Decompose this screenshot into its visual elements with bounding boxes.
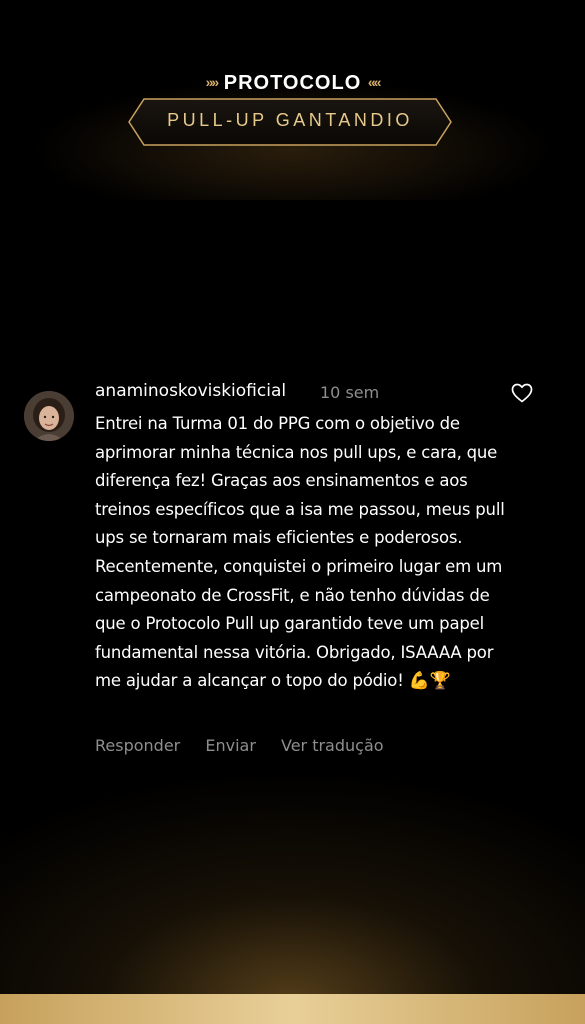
bottom-gold-bar — [0, 994, 585, 1024]
comment-timestamp: 10 sem — [320, 383, 380, 402]
comment-actions: Responder Enviar Ver tradução — [95, 736, 404, 755]
logo-title-top-text: PROTOCOLO — [223, 72, 362, 94]
avatar[interactable] — [24, 391, 74, 441]
protocol-logo: »» PROTOCOLO «« PULL-UP GANTANDIO — [0, 72, 585, 152]
chevron-left-icon: «« — [367, 74, 382, 90]
logo-title-bottom: PULL-UP GANTANDIO — [167, 110, 413, 130]
logo-badge: PULL-UP GANTANDIO — [128, 98, 452, 146]
logo-title-top: »» PROTOCOLO «« — [0, 72, 585, 95]
reply-button[interactable]: Responder — [95, 736, 180, 755]
comment-text: Entrei na Turma 01 do PPG com o objetivo… — [95, 414, 505, 691]
send-button[interactable]: Enviar — [205, 736, 256, 755]
comment-username[interactable]: anaminoskoviskioficial — [95, 381, 286, 401]
heart-icon[interactable] — [510, 381, 534, 405]
comment-body: Entrei na Turma 01 do PPG com o objetivo… — [95, 410, 515, 696]
avatar-image — [24, 391, 74, 441]
chevron-right-icon: »» — [205, 74, 220, 90]
comment-emojis: 💪🏆 — [408, 671, 451, 692]
translate-button[interactable]: Ver tradução — [281, 736, 384, 755]
